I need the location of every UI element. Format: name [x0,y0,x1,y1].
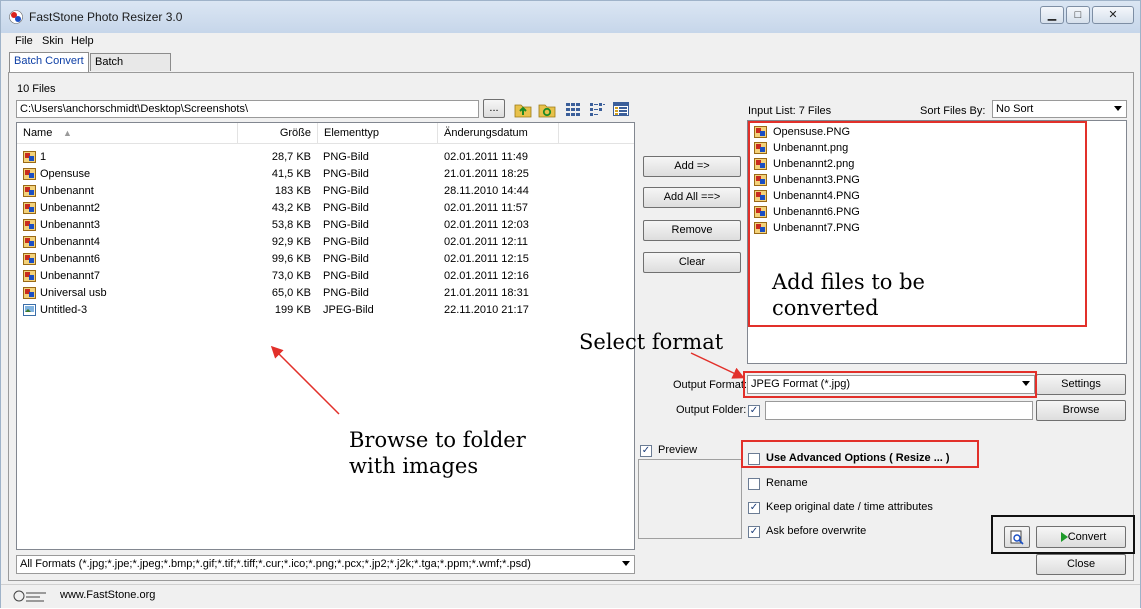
annotation-arrows [270,345,745,415]
website-link[interactable]: www.FastStone.org [60,589,155,601]
arrow-to-format [690,352,745,379]
arrow-to-browser [270,345,340,415]
faststone-logo-icon [13,590,46,602]
app-window: FastStone Photo Resizer 3.0 ▁ □ ✕ File S… [0,0,1141,608]
status-bar: www.FastStone.org [1,584,1140,608]
